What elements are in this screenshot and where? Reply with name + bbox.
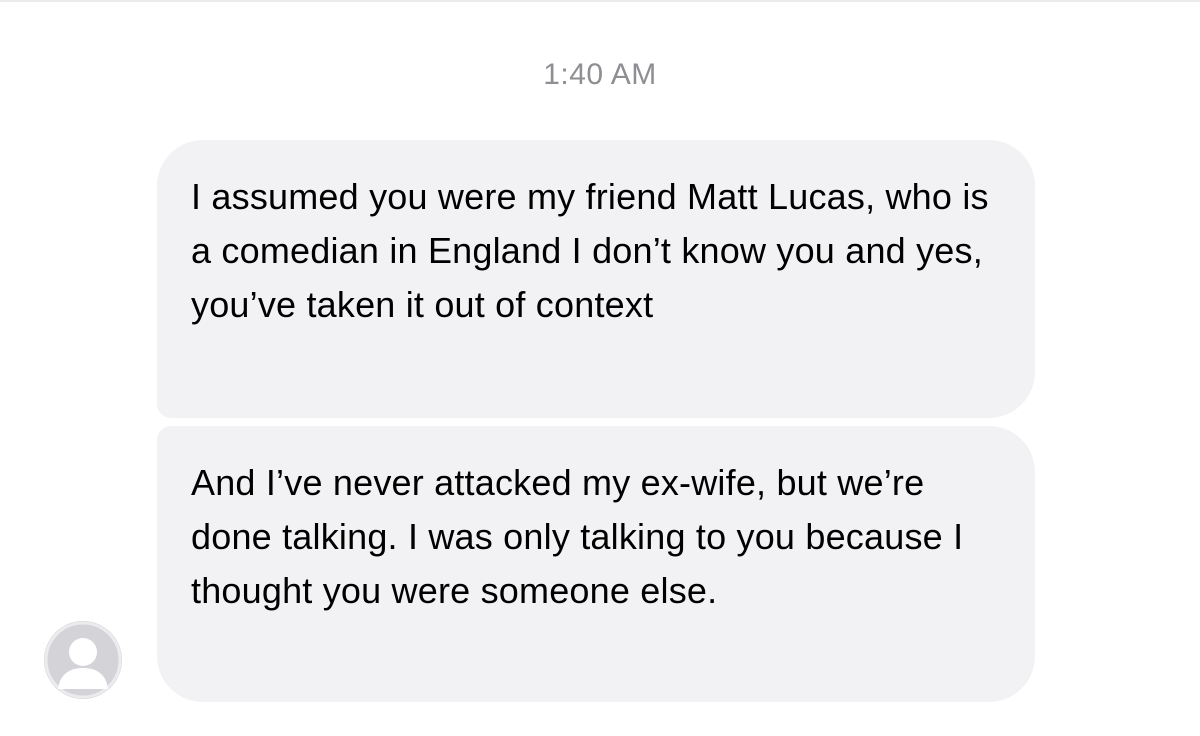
top-divider (0, 0, 1200, 2)
message-bubble-incoming[interactable]: And I’ve never attacked my ex-wife, but … (157, 426, 1035, 702)
message-bubble-incoming[interactable]: I assumed you were my friend Matt Lucas,… (157, 140, 1035, 418)
default-person-avatar-icon (44, 621, 122, 699)
sender-avatar[interactable] (44, 621, 122, 699)
conversation-timestamp: 1:40 AM (543, 58, 657, 91)
